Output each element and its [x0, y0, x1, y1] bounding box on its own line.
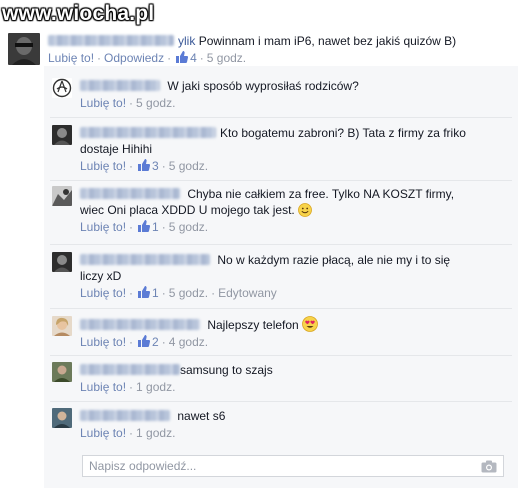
reply-link[interactable]: Odpowiedz	[104, 51, 164, 65]
divider	[50, 355, 512, 356]
user-avatar[interactable]	[52, 316, 72, 336]
like-link[interactable]: Lubię to!	[80, 220, 126, 234]
reply-7: nawet s6 Lubię to! · 1 godz.	[52, 408, 225, 442]
like-count[interactable]: 3	[152, 159, 159, 173]
thumbs-up-icon[interactable]	[137, 335, 151, 347]
comment-text-line-2: wiec Oni placa XDDD U mojego tak jest.	[80, 203, 295, 217]
user-avatar[interactable]	[8, 33, 40, 65]
thumbs-up-icon[interactable]	[137, 286, 151, 298]
comment-text-line-2: liczy xD	[80, 269, 122, 283]
author-name-blurred[interactable]	[48, 35, 174, 46]
smile-emoji-icon	[298, 203, 312, 217]
like-count[interactable]: 4	[190, 51, 197, 65]
timestamp[interactable]: 5 godz.	[169, 286, 208, 300]
divider	[50, 244, 512, 245]
timestamp[interactable]: 1 godz.	[136, 426, 175, 440]
comment-text: samsung to szajs	[180, 363, 273, 377]
author-name-blurred[interactable]	[80, 364, 180, 375]
site-watermark: www.wiocha.pl	[2, 2, 155, 25]
author-name-blurred[interactable]	[80, 319, 200, 330]
reply-5: Najlepszy telefon Lubię to! · 2 · 4 godz.	[52, 316, 318, 351]
like-link[interactable]: Lubię to!	[48, 51, 94, 65]
thumbs-up-icon[interactable]	[137, 220, 151, 232]
like-link[interactable]: Lubię to!	[80, 96, 126, 110]
like-link[interactable]: Lubię to!	[80, 286, 126, 300]
thumbs-up-icon[interactable]	[137, 159, 151, 171]
user-avatar[interactable]	[52, 362, 72, 382]
reply-1: W jaki sposób wyprosiłaś rodziców? Lubię…	[52, 78, 359, 112]
reply-6: samsung to szajs Lubię to! · 1 godz.	[52, 362, 273, 396]
comment-text-line-1: Chyba nie całkiem za free. Tylko NA KOSZ…	[187, 187, 455, 201]
user-avatar[interactable]	[52, 252, 72, 272]
user-avatar[interactable]	[52, 186, 72, 206]
like-link[interactable]: Lubię to!	[80, 159, 126, 173]
reply-4: No w każdym razie płacą, ale nie my i to…	[52, 252, 450, 302]
comment-text-line-1: No w każdym razie płacą, ale nie my i to…	[217, 253, 451, 267]
like-link[interactable]: Lubię to!	[80, 426, 126, 440]
like-link[interactable]: Lubię to!	[80, 335, 126, 349]
like-link[interactable]: Lubię to!	[80, 380, 126, 394]
comment-text: Najlepszy telefon	[207, 318, 299, 332]
comment-top: ylik Powinnam i mam iP6, nawet bez jakiś…	[8, 33, 456, 67]
user-avatar[interactable]	[52, 408, 72, 428]
author-name-blurred[interactable]	[80, 188, 180, 199]
divider	[50, 401, 512, 402]
comment-text-line-1: Kto bogatemu zabroni? B) Tata z firmy za…	[220, 126, 466, 140]
reply-2: Kto bogatemu zabroni? B) Tata z firmy za…	[52, 125, 466, 175]
timestamp[interactable]: 5 godz.	[169, 220, 208, 234]
comment-text: nawet s6	[177, 409, 226, 423]
camera-icon[interactable]	[481, 460, 497, 473]
user-avatar[interactable]	[52, 78, 72, 98]
reply-3: Chyba nie całkiem za free. Tylko NA KOSZ…	[52, 186, 454, 236]
comment-text: W jaki sposób wyprosiłaś rodziców?	[167, 79, 359, 93]
author-name-blurred[interactable]	[80, 410, 170, 421]
divider	[50, 117, 512, 118]
author-name-blurred[interactable]	[80, 127, 216, 138]
timestamp[interactable]: 5 godz.	[207, 51, 246, 65]
author-name-blurred[interactable]	[80, 254, 210, 265]
heart-eyes-emoji-icon	[302, 316, 318, 332]
author-name-blurred[interactable]	[80, 80, 160, 91]
like-count[interactable]: 1	[152, 220, 159, 234]
like-count[interactable]: 1	[152, 286, 159, 300]
user-avatar[interactable]	[52, 125, 72, 145]
timestamp[interactable]: 5 godz.	[169, 159, 208, 173]
divider	[50, 180, 512, 181]
reply-input-placeholder[interactable]: Napisz odpowiedź...	[89, 459, 481, 473]
divider	[50, 308, 512, 309]
timestamp[interactable]: 5 godz.	[136, 96, 175, 110]
edited-label[interactable]: Edytowany	[218, 286, 277, 300]
timestamp[interactable]: 1 godz.	[136, 380, 175, 394]
comment-text: Powinnam i mam iP6, nawet bez jakiś quiz…	[198, 34, 457, 48]
reply-input[interactable]: Napisz odpowiedź...	[82, 455, 504, 477]
timestamp[interactable]: 4 godz.	[169, 335, 208, 349]
like-count[interactable]: 2	[152, 335, 159, 349]
comment-text-line-2: dostaje Hihihi	[80, 142, 153, 156]
thumbs-up-icon[interactable]	[175, 51, 189, 63]
author-name-tail[interactable]: ylik	[178, 34, 195, 48]
